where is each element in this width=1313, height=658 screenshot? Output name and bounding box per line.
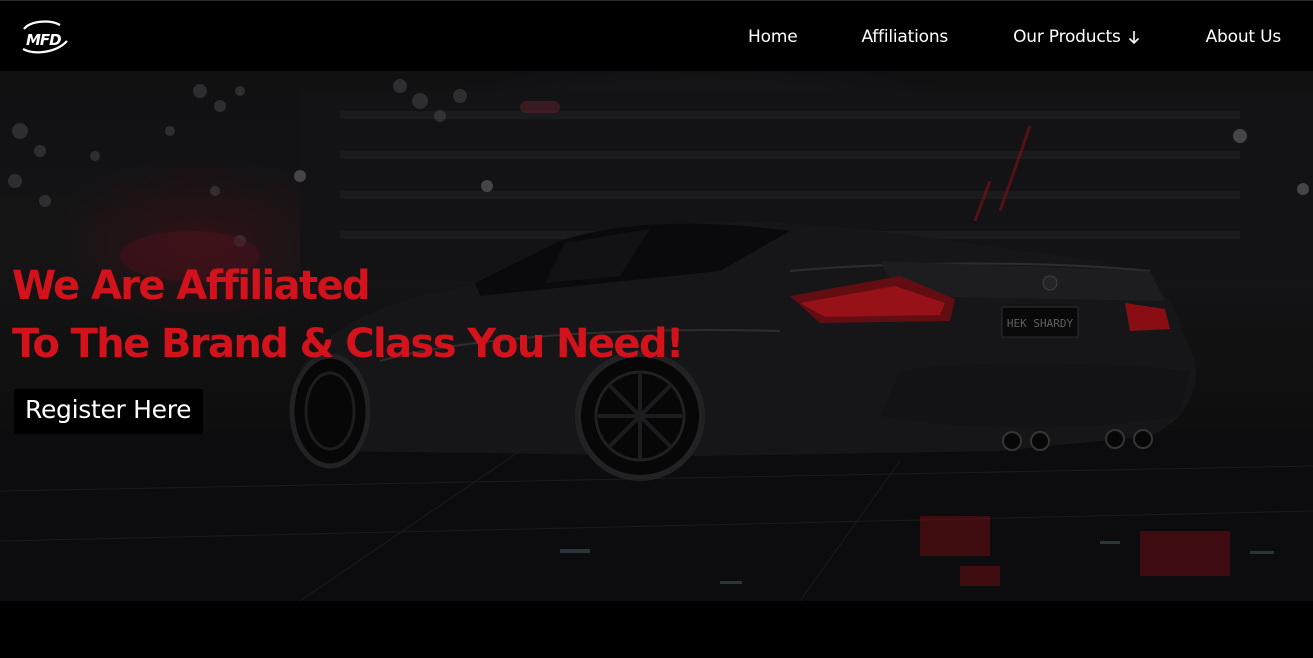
hero-headline: We Are Affiliated To The Brand & Class Y… (12, 257, 684, 373)
nav-home[interactable]: Home (748, 27, 798, 47)
arrow-down-icon (1128, 30, 1139, 44)
svg-text:MFD: MFD (26, 31, 61, 49)
register-button[interactable]: Register Here (14, 389, 204, 434)
nav-links: Home Affiliations Our Products About Us (748, 1, 1313, 72)
brand-logo[interactable]: MFD (20, 19, 72, 55)
nav-affiliations[interactable]: Affiliations (861, 27, 948, 47)
nav-our-products[interactable]: Our Products (1013, 27, 1140, 47)
bottom-strip (0, 601, 1313, 658)
hero-content: We Are Affiliated To The Brand & Class Y… (12, 257, 684, 434)
hero-headline-line2: To The Brand & Class You Need! (12, 321, 684, 367)
hero-headline-line1: We Are Affiliated (12, 263, 371, 309)
hero-section: HEK SHARDY We Are Affiliated To The Bran… (0, 71, 1313, 601)
top-navbar: MFD Home Affiliations Our Products About… (0, 0, 1313, 71)
logo-icon: MFD (22, 20, 68, 54)
landing-page: MFD Home Affiliations Our Products About… (0, 0, 1313, 658)
nav-about-us[interactable]: About Us (1206, 27, 1282, 47)
nav-our-products-label: Our Products (1013, 26, 1121, 47)
